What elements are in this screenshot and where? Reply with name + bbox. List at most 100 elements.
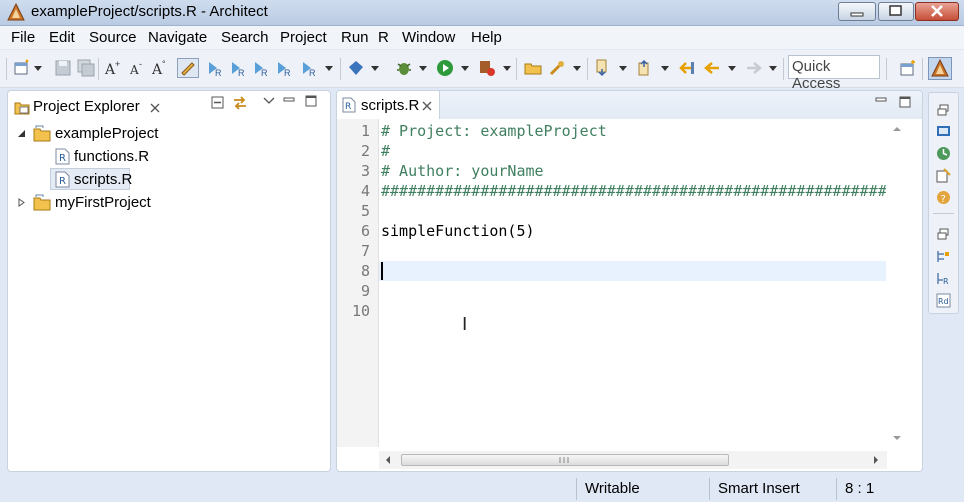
status-insert-mode: Smart Insert [718, 480, 800, 497]
code-line: ########################################… [381, 182, 886, 200]
text-cursor-icon: Ⅰ [462, 314, 468, 335]
menu-source[interactable]: Source [89, 29, 137, 46]
text-caret [381, 262, 383, 280]
r-run-line-icon[interactable]: R [230, 59, 248, 77]
outline-icon[interactable] [936, 249, 951, 264]
r-objects-icon[interactable]: R [936, 271, 951, 286]
tree-label: scripts.R [74, 171, 133, 188]
last-edit-icon[interactable] [678, 59, 696, 77]
help-icon[interactable]: ? [936, 190, 951, 205]
status-cursor-position: 8 : 1 [845, 480, 875, 497]
architect-logo-icon [7, 3, 25, 21]
r-run-selection-icon[interactable]: R [253, 59, 271, 77]
editor-panel: R scripts.R 1 2 3 4 5 6 7 8 9 10 # Proje… [336, 90, 923, 472]
horizontal-scroll-thumb[interactable] [401, 454, 729, 466]
view-menu-icon[interactable] [263, 97, 275, 105]
collapse-all-icon[interactable] [211, 96, 225, 110]
menu-run[interactable]: Run [341, 29, 369, 46]
history-icon[interactable] [936, 146, 951, 161]
new-icon[interactable] [13, 59, 31, 77]
code-line: simpleFunction(5) [381, 222, 535, 240]
code-area[interactable]: # Project: exampleProject # # Author: yo… [337, 91, 886, 447]
scroll-up-icon[interactable] [892, 126, 902, 132]
toggle-mark-icon[interactable] [177, 58, 199, 78]
maximize-view-icon[interactable] [305, 95, 317, 107]
search-icon[interactable] [548, 59, 566, 77]
rd-help-icon[interactable]: Rd [936, 293, 951, 308]
svg-text:R: R [261, 68, 268, 77]
save-all-icon[interactable] [77, 59, 95, 77]
svg-text:R: R [59, 153, 66, 164]
horizontal-scrollbar[interactable] [379, 451, 887, 469]
menu-navigate[interactable]: Navigate [148, 29, 207, 46]
open-folder-icon[interactable] [524, 59, 542, 77]
architect-perspective-icon[interactable] [928, 57, 952, 80]
r-run-file-icon[interactable]: R [276, 59, 294, 77]
link-with-editor-icon[interactable] [232, 95, 248, 111]
svg-text:+: + [115, 59, 120, 69]
svg-text:Rd: Rd [938, 297, 949, 306]
maximize-button[interactable] [878, 2, 914, 21]
decrease-font-icon[interactable]: A- [128, 59, 146, 77]
svg-text:R: R [309, 68, 316, 77]
back-icon[interactable] [703, 59, 721, 77]
svg-text:?: ? [941, 194, 946, 205]
code-line: # [381, 142, 391, 160]
minimize-view-icon[interactable] [283, 96, 295, 104]
vertical-scrollbar[interactable] [887, 119, 907, 447]
save-icon[interactable] [54, 59, 72, 77]
perspective-icon[interactable] [899, 59, 917, 77]
tree-label: exampleProject [55, 125, 159, 142]
prev-annotation-icon[interactable] [636, 59, 654, 77]
code-line: # Author: yourName [381, 162, 544, 180]
r-file-icon: R [55, 171, 70, 188]
code-line: # Project: exampleProject [381, 122, 607, 140]
debug-icon[interactable] [395, 59, 413, 77]
maximize-view-icon[interactable] [899, 96, 911, 108]
forward-icon[interactable] [745, 59, 763, 77]
quick-access-input[interactable]: Quick Access [788, 55, 880, 92]
close-tab-icon[interactable] [150, 103, 160, 113]
svg-text:-: - [139, 59, 142, 69]
next-annotation-icon[interactable] [594, 59, 612, 77]
menu-search[interactable]: Search [221, 29, 269, 46]
project-folder-icon [33, 125, 51, 142]
svg-text:°: ° [162, 59, 166, 69]
restore-icon[interactable] [936, 103, 951, 118]
svg-text:R: R [943, 277, 949, 286]
menu-edit[interactable]: Edit [49, 29, 75, 46]
r-run-icon[interactable]: R [207, 59, 225, 77]
project-explorer-panel: Project Explorer exampleProject R functi… [7, 90, 331, 472]
scroll-down-icon[interactable] [892, 435, 902, 441]
menu-r[interactable]: R [378, 29, 389, 46]
menu-file[interactable]: File [11, 29, 35, 46]
run-icon[interactable] [436, 59, 454, 77]
status-writable: Writable [585, 480, 640, 497]
increase-font-icon[interactable]: A + [104, 59, 122, 77]
minimize-button[interactable] [838, 2, 876, 21]
collapsed-arrow-icon[interactable] [17, 198, 26, 207]
menu-help[interactable]: Help [471, 29, 502, 46]
project-folder-icon [33, 194, 51, 211]
close-button[interactable] [915, 2, 959, 21]
svg-text:A: A [129, 63, 139, 77]
title-bar: exampleProject/scripts.R - Architect [0, 0, 964, 26]
font-icon[interactable]: A ° [151, 59, 169, 77]
r-file-icon: R [55, 148, 70, 165]
console-icon[interactable] [936, 124, 951, 139]
svg-text:R: R [215, 68, 222, 77]
project-explorer-icon [14, 102, 30, 115]
minimize-icon [850, 12, 864, 17]
menu-window[interactable]: Window [402, 29, 455, 46]
scroll-right-icon[interactable] [873, 455, 879, 465]
external-tools-icon[interactable] [347, 59, 365, 77]
scroll-left-icon[interactable] [385, 455, 391, 465]
maximize-icon [889, 5, 902, 16]
menu-project[interactable]: Project [280, 29, 327, 46]
expanded-arrow-icon[interactable] [17, 129, 26, 138]
run-config-icon[interactable] [478, 59, 496, 77]
workspace-icon[interactable] [936, 168, 951, 183]
restore-icon[interactable] [936, 227, 951, 242]
r-run-menu-icon[interactable]: R [301, 59, 319, 77]
tree-item-scripts-r-selected[interactable]: R scripts.R [50, 168, 133, 190]
